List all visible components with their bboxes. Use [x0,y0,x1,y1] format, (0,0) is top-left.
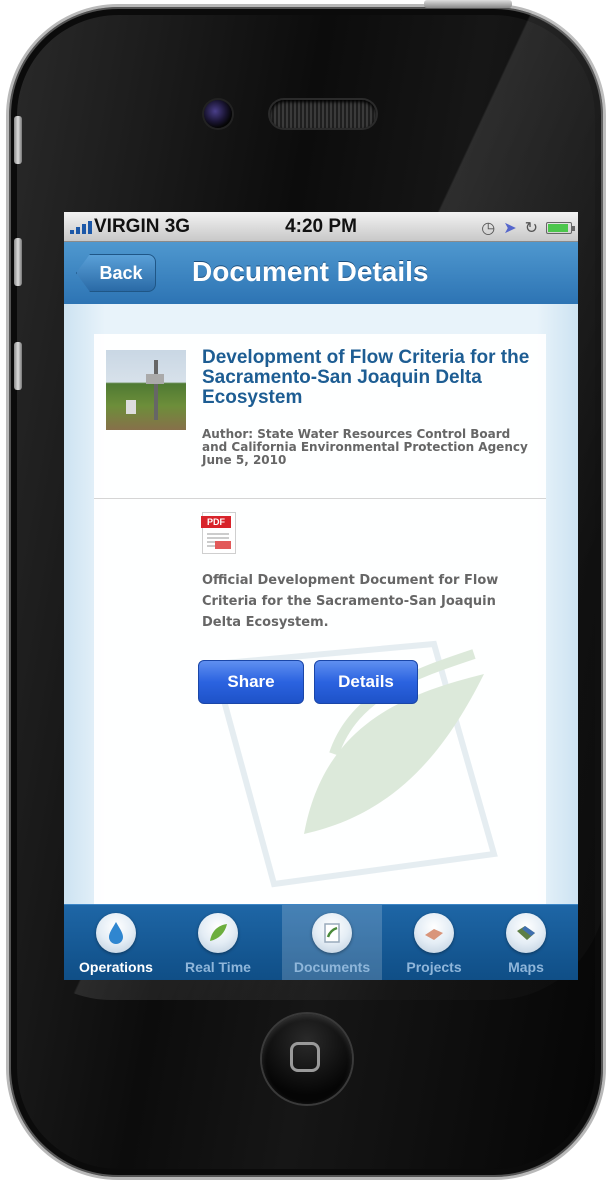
projects-icon [414,913,454,953]
document-author: Author: State Water Resources Control Bo… [202,427,528,454]
leaf-icon [198,913,238,953]
status-icons: ◷ ➤ ↻ [481,218,575,238]
battery-icon [546,222,575,234]
rotation-lock-icon: ↻ [524,220,538,237]
back-button[interactable]: Back [76,254,156,292]
share-button[interactable]: Share [198,660,304,704]
document-date: June 5, 2010 [202,453,287,467]
volume-up-button [14,238,22,286]
tab-label: Maps [508,959,544,975]
details-button[interactable]: Details [314,660,418,704]
document-title: Development of Flow Criteria for the Sac… [202,347,530,408]
tab-bar: Operations Real Time Documents Projects … [64,904,578,980]
document-thumbnail [106,350,186,430]
volume-down-button [14,342,22,390]
document-icon [312,913,352,953]
tab-label: Documents [293,959,371,975]
pdf-label: PDF [201,516,231,528]
tab-real-time[interactable]: Real Time [168,905,268,980]
tab-projects[interactable]: Projects [384,905,484,980]
document-description: Official Development Document for Flow C… [202,573,499,630]
tab-label: Operations [79,959,153,975]
divider [94,498,546,499]
tab-label: Real Time [185,959,251,975]
earpiece-speaker [270,100,376,128]
pdf-icon[interactable]: PDF [201,512,236,554]
clock-icon: ◷ [481,220,496,237]
document-meta: Author: State Water Resources Control Bo… [202,428,532,467]
tab-documents[interactable]: Documents [282,905,382,980]
front-camera [204,100,232,128]
tab-maps[interactable]: Maps [476,905,576,980]
page-title: Document Details [192,256,429,287]
location-arrow-icon: ➤ [503,220,517,237]
tab-label: Projects [406,959,462,975]
mute-switch [14,116,22,164]
screen: VIRGIN 3G 4:20 PM ◷ ➤ ↻ Back Document De… [64,212,578,980]
sleep-button [424,0,512,8]
status-bar: VIRGIN 3G 4:20 PM ◷ ➤ ↻ [64,212,578,242]
home-square-icon [290,1042,320,1072]
water-drop-icon [96,913,136,953]
navigation-bar: Back Document Details [64,242,578,305]
map-icon [506,913,546,953]
tab-operations[interactable]: Operations [66,905,166,980]
home-button[interactable] [262,1014,352,1104]
